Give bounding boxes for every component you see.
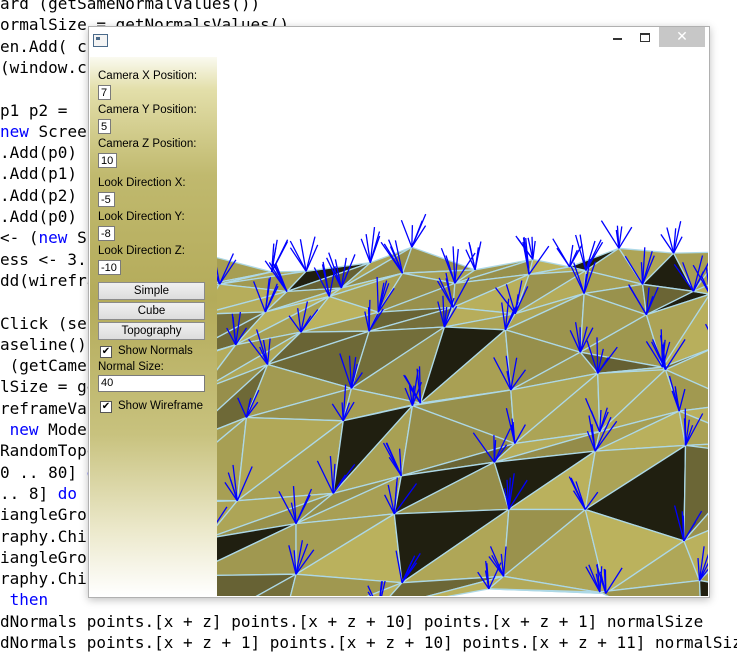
- code-line: ard (getSameNormalValues()): [0, 0, 260, 15]
- app-window-icon: [93, 34, 108, 47]
- code-line: Click (ser: [0, 313, 96, 335]
- normal-vector: [361, 227, 380, 263]
- normal-size-label: Normal Size:: [98, 361, 164, 373]
- code-line: RandomTopo: [0, 440, 96, 462]
- code-line: 0 .. 80] d: [0, 462, 96, 484]
- look-x-label: Look Direction X:: [98, 177, 186, 189]
- normal-vector: [272, 240, 288, 272]
- code-line: .Add(p1): [0, 163, 77, 185]
- code-line: reframeVal: [0, 398, 96, 420]
- code-line: .Add(p0): [0, 142, 77, 164]
- code-line: .Add(p2): [0, 185, 77, 207]
- code-line: iangleGrou: [0, 547, 96, 569]
- code-line: iangleGrou: [0, 504, 96, 526]
- camera-x-input[interactable]: 7: [98, 85, 111, 100]
- code-line: (getCamer: [0, 355, 96, 377]
- camera-z-input[interactable]: 10: [98, 153, 117, 168]
- code-line: en.Add( cu: [0, 36, 96, 58]
- code-line: new Screen: [0, 121, 96, 143]
- mesh-triangle: [700, 581, 709, 597]
- 3d-viewport[interactable]: [217, 57, 708, 596]
- code-line: (window.cu: [0, 57, 96, 79]
- camera-x-label: Camera X Position:: [98, 70, 197, 82]
- code-line: raphy.Chil: [0, 568, 96, 590]
- camera-y-label: Camera Y Position:: [98, 104, 197, 116]
- close-button[interactable]: ✕: [659, 27, 705, 47]
- camera-z-label: Camera Z Position:: [98, 138, 196, 150]
- minimize-icon: [613, 38, 622, 40]
- maximize-button[interactable]: [631, 27, 659, 47]
- look-z-label: Look Direction Z:: [98, 245, 185, 257]
- minimize-button[interactable]: [603, 27, 631, 47]
- control-panel: Camera X Position: 7 Camera Y Position: …: [90, 57, 217, 596]
- code-line: dNormals points.[x + z + 1] points.[x + …: [0, 632, 737, 654]
- camera-y-input[interactable]: 5: [98, 119, 111, 134]
- code-line: new Model: [0, 419, 96, 441]
- normal-vector: [290, 237, 317, 272]
- look-z-input[interactable]: -10: [98, 260, 121, 275]
- code-line: p1 p2 =: [0, 100, 67, 122]
- show-normals-checkbox[interactable]: ✔: [100, 346, 112, 358]
- look-x-input[interactable]: -5: [98, 192, 115, 207]
- normal-vector: [401, 214, 425, 247]
- normal-vector: [661, 221, 682, 253]
- code-line: .. 8] do: [0, 483, 77, 505]
- title-bar[interactable]: ✕: [89, 27, 709, 57]
- simple-button[interactable]: Simple: [98, 282, 205, 300]
- close-icon: ✕: [676, 29, 688, 45]
- show-wireframe-label: Show Wireframe: [118, 400, 203, 412]
- show-wireframe-checkbox[interactable]: ✔: [100, 401, 112, 413]
- topography-mesh: [217, 57, 708, 596]
- look-y-input[interactable]: -8: [98, 226, 115, 241]
- code-line: <- (new Sc: [0, 227, 96, 249]
- checkmark-icon: ✔: [102, 346, 110, 357]
- code-line: aseline(): [0, 334, 87, 356]
- app-window: ✕ Camera X Position: 7 Camera Y Position…: [88, 26, 710, 598]
- maximize-icon: [640, 33, 650, 42]
- code-line: dNormals points.[x + z] points.[x + z + …: [0, 611, 703, 633]
- code-line: .Add(p0): [0, 206, 77, 228]
- topography-button[interactable]: Topography: [98, 322, 205, 340]
- code-line: dd(wirefra: [0, 270, 96, 292]
- code-line: lSize = ge: [0, 376, 96, 398]
- cube-button[interactable]: Cube: [98, 302, 205, 320]
- code-line: ess <- 3.: [0, 249, 87, 271]
- normal-vector: [601, 221, 631, 249]
- checkmark-icon: ✔: [102, 401, 110, 412]
- code-line: raphy.Chil: [0, 526, 96, 548]
- code-line: then: [0, 589, 48, 611]
- show-normals-label: Show Normals: [118, 345, 193, 357]
- normal-size-input[interactable]: 40: [98, 375, 205, 392]
- look-y-label: Look Direction Y:: [98, 211, 185, 223]
